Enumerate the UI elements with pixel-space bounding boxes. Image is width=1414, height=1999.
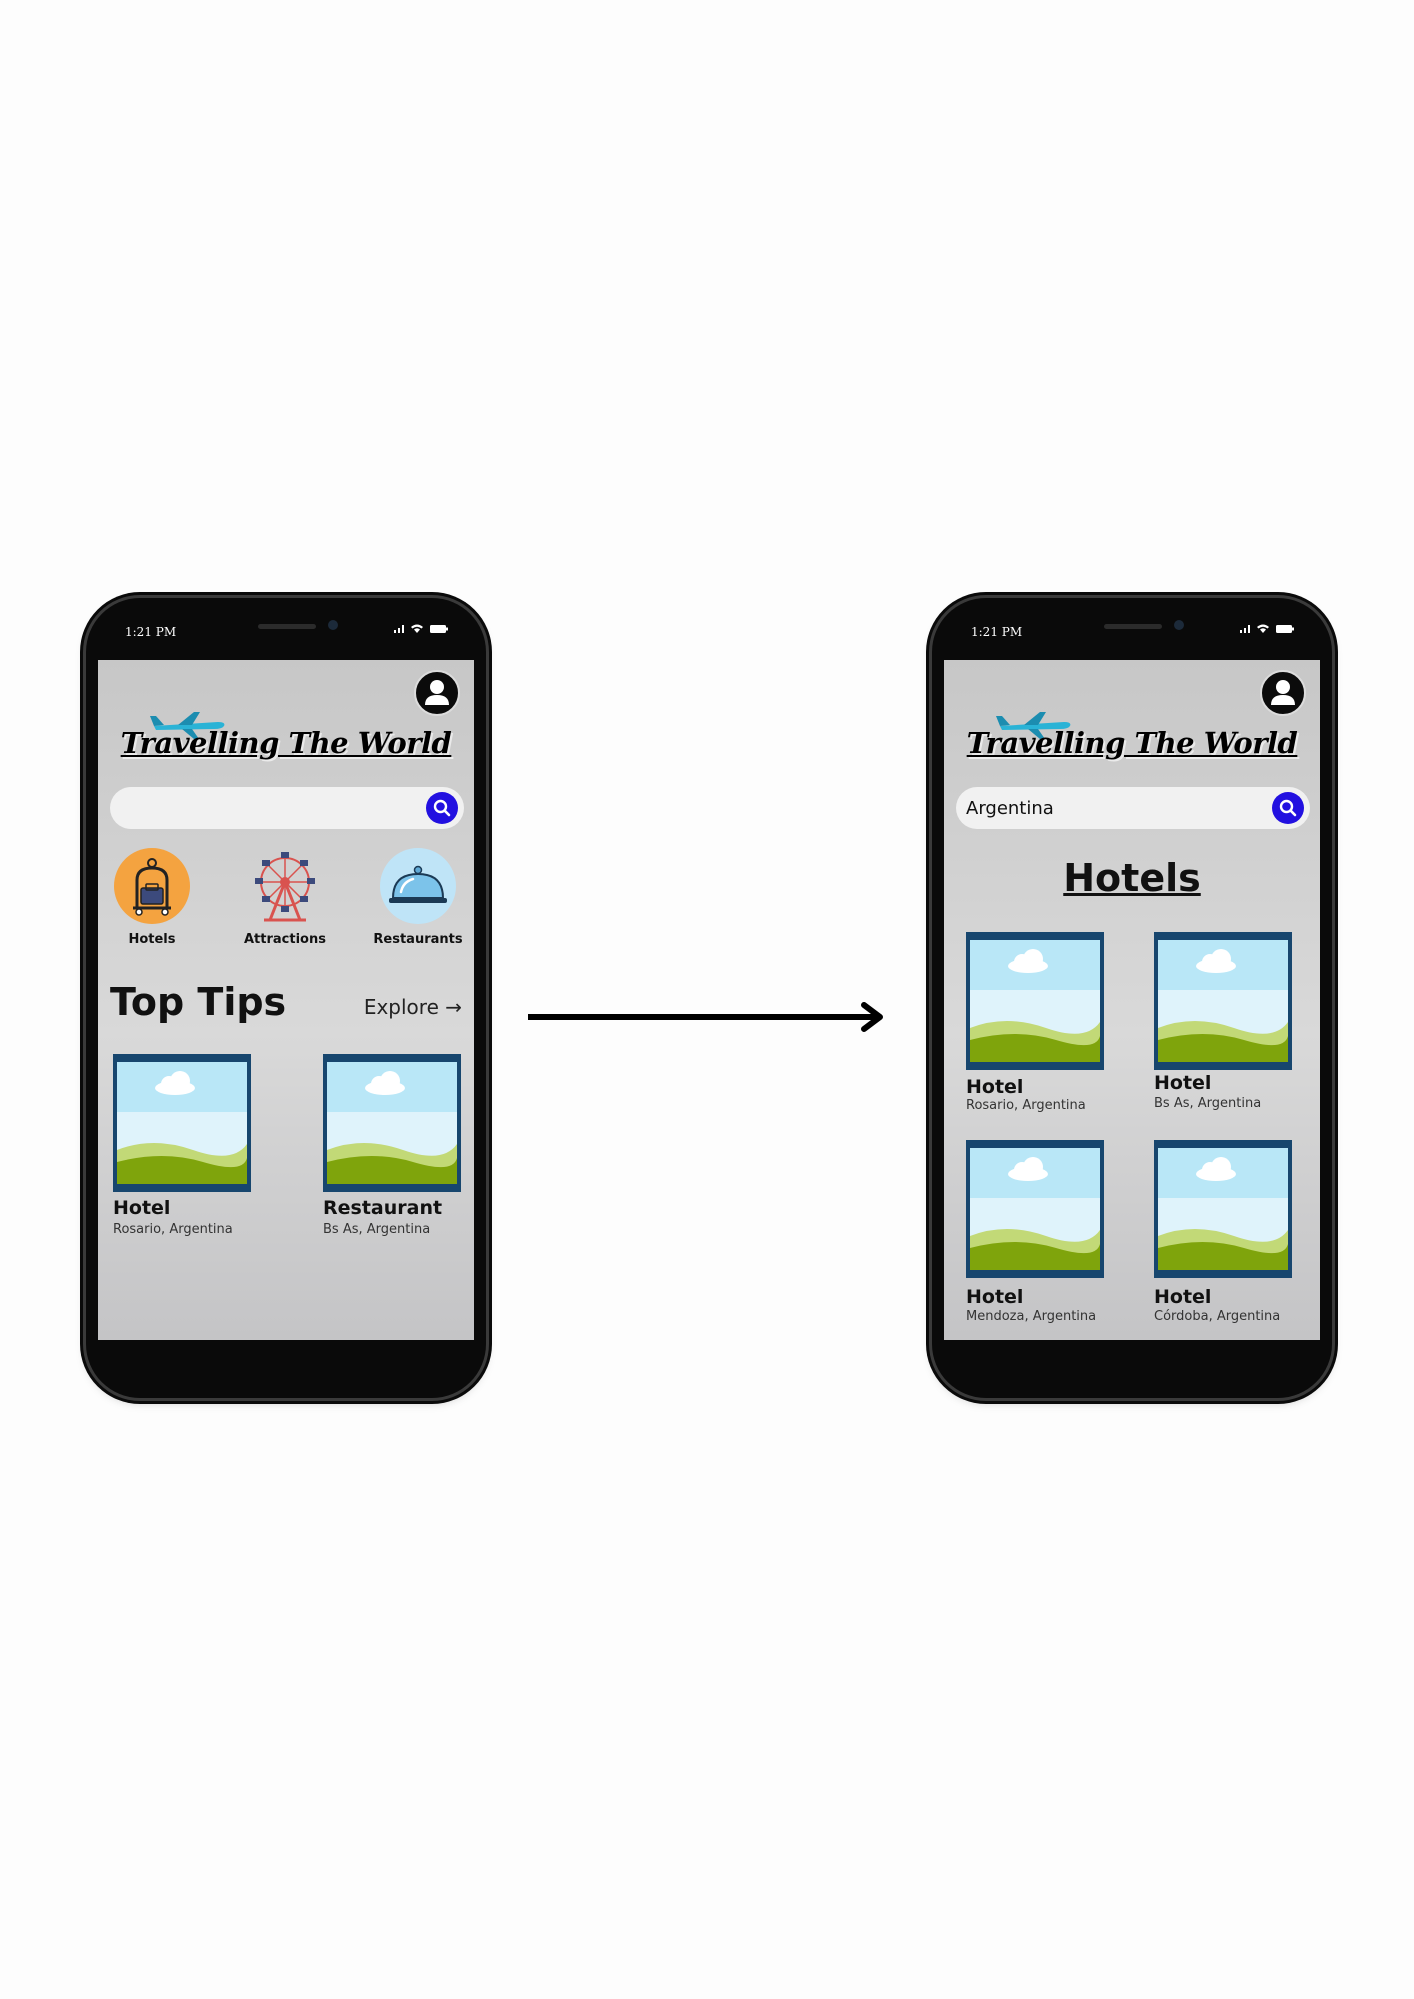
- phone-search-results: 1:21 PM Travelling The World Hotels Hote…: [932, 598, 1332, 1398]
- speaker-grille: [258, 624, 316, 629]
- category-label: Restaurants: [373, 932, 463, 947]
- status-bar: 1:21 PM: [86, 598, 486, 658]
- card-image-placeholder[interactable]: [113, 1054, 251, 1192]
- result-title[interactable]: Hotel: [966, 1286, 1023, 1308]
- status-time: 1:21 PM: [125, 625, 177, 639]
- category-label: Hotels: [128, 932, 176, 947]
- explore-link[interactable]: Explore →: [364, 995, 462, 1019]
- signal-icon: [1240, 624, 1250, 633]
- category-hotels[interactable]: Hotels: [102, 848, 202, 947]
- phone-home: 1:21 PM Travelling The World Hotels Attr…: [86, 598, 486, 1398]
- result-location: Córdoba, Argentina: [1154, 1309, 1281, 1324]
- profile-avatar-button[interactable]: [1260, 670, 1306, 716]
- status-bar: 1:21 PM: [932, 598, 1332, 658]
- card-title[interactable]: Hotel: [113, 1197, 170, 1219]
- top-tips-heading: Top Tips: [110, 980, 287, 1024]
- search-icon: [1278, 798, 1298, 818]
- search-button[interactable]: [1272, 792, 1304, 824]
- user-icon: [1262, 672, 1304, 714]
- search-input[interactable]: [120, 797, 420, 819]
- food-cloche-icon: [380, 848, 456, 924]
- result-title[interactable]: Hotel: [1154, 1286, 1211, 1308]
- wifi-icon: [411, 624, 423, 633]
- flow-arrow-icon: [528, 1002, 883, 1032]
- hotel-bell-icon: [114, 848, 190, 924]
- battery-icon: [1276, 624, 1294, 633]
- search-bar[interactable]: [956, 787, 1310, 829]
- results-screen: Travelling The World Hotels Hotel Rosari…: [944, 660, 1320, 1340]
- card-location: Rosario, Argentina: [113, 1222, 233, 1237]
- card-location: Bs As, Argentina: [323, 1222, 431, 1237]
- result-image-placeholder[interactable]: [1154, 1140, 1292, 1278]
- category-attractions[interactable]: Attractions: [235, 848, 335, 947]
- section-heading: Hotels: [1063, 856, 1201, 900]
- result-image-placeholder[interactable]: [1154, 932, 1292, 1070]
- status-icons: [1240, 624, 1294, 633]
- status-time: 1:21 PM: [971, 625, 1023, 639]
- category-label: Attractions: [244, 932, 326, 947]
- wifi-icon: [1257, 624, 1269, 633]
- search-button[interactable]: [426, 792, 458, 824]
- result-location: Rosario, Argentina: [966, 1098, 1086, 1113]
- speaker-grille: [1104, 624, 1162, 629]
- user-icon: [416, 672, 458, 714]
- search-bar[interactable]: [110, 787, 464, 829]
- result-title[interactable]: Hotel: [966, 1076, 1023, 1098]
- result-location: Bs As, Argentina: [1154, 1096, 1262, 1111]
- home-screen: Travelling The World Hotels Attractions …: [98, 660, 474, 1340]
- app-logo-title: Travelling The World: [966, 726, 1298, 760]
- front-camera: [328, 620, 338, 630]
- battery-icon: [430, 624, 448, 633]
- status-icons: [394, 624, 448, 633]
- search-icon: [432, 798, 452, 818]
- app-logo-title: Travelling The World: [120, 726, 452, 760]
- result-title[interactable]: Hotel: [1154, 1072, 1211, 1094]
- ferris-wheel-icon: [247, 848, 323, 924]
- result-location: Mendoza, Argentina: [966, 1309, 1097, 1324]
- card-image-placeholder[interactable]: [323, 1054, 461, 1192]
- search-input[interactable]: [966, 797, 1266, 819]
- category-restaurants[interactable]: Restaurants: [368, 848, 468, 947]
- result-image-placeholder[interactable]: [966, 932, 1104, 1070]
- front-camera: [1174, 620, 1184, 630]
- result-image-placeholder[interactable]: [966, 1140, 1104, 1278]
- profile-avatar-button[interactable]: [414, 670, 460, 716]
- card-title[interactable]: Restaurant: [323, 1197, 442, 1219]
- signal-icon: [394, 624, 404, 633]
